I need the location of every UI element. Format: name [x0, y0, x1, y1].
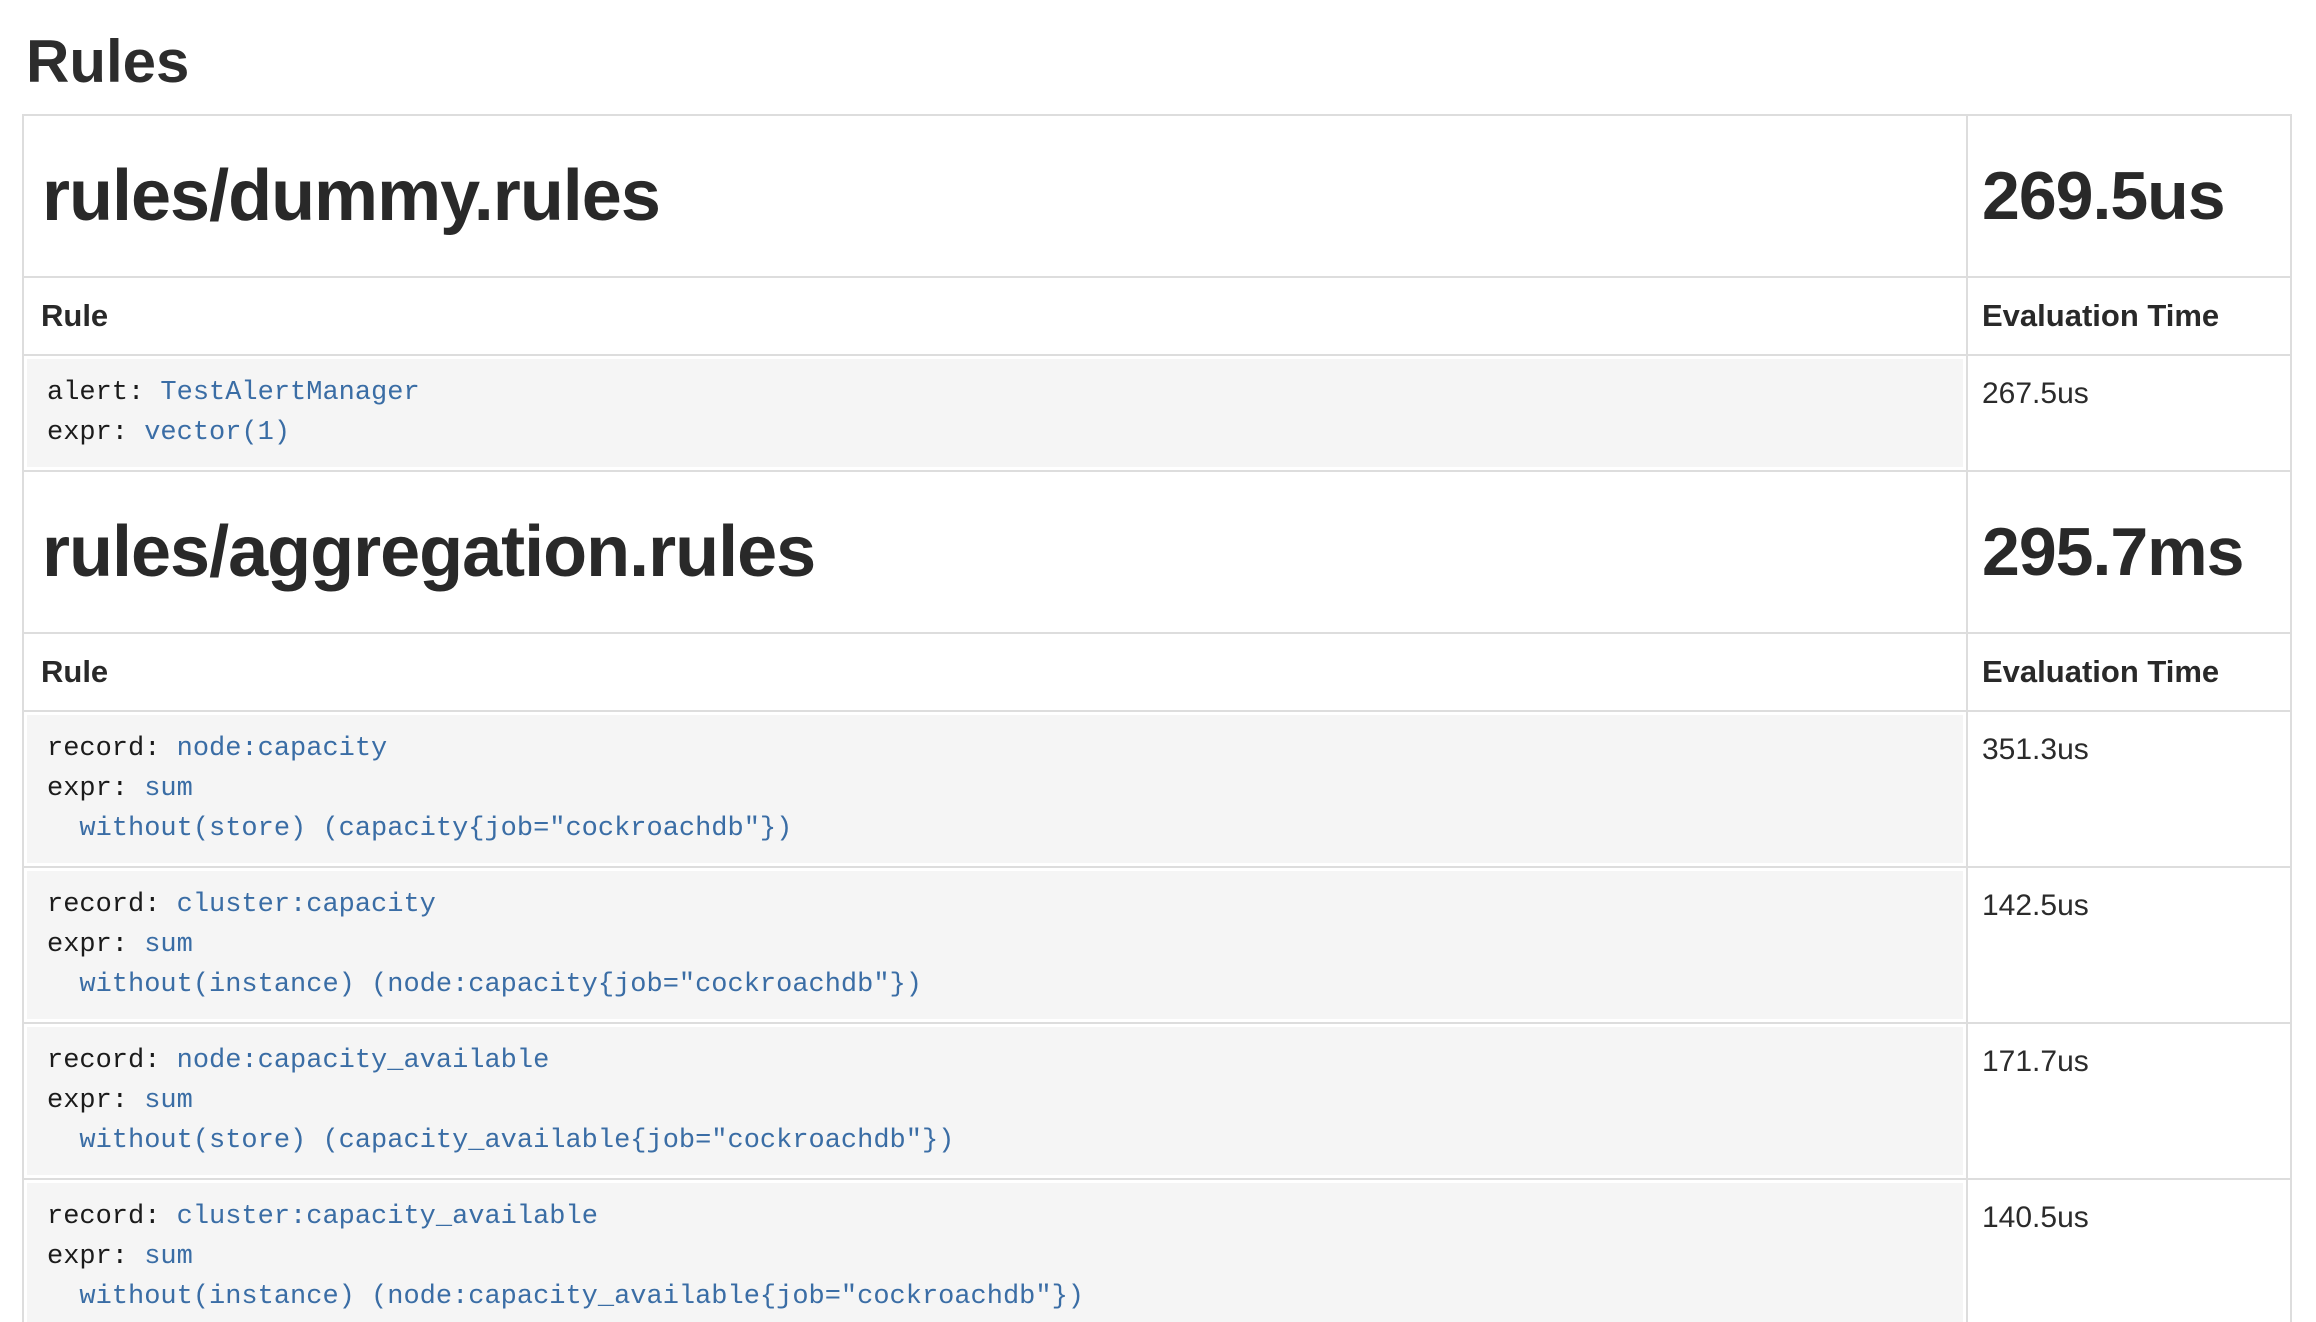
rule-expr-keyword: expr:	[47, 1086, 144, 1116]
rule-evaluation-time: 267.5us	[1967, 355, 2291, 471]
rule-expr-keyword: expr:	[47, 418, 144, 448]
rule-file-name: rules/dummy.rules	[23, 115, 1967, 277]
rule-label-keyword: record:	[47, 1046, 177, 1076]
rule-evaluation-time: 140.5us	[1967, 1179, 2291, 1322]
column-header-row: Rule Evaluation Time	[23, 633, 2291, 711]
rule-name-link[interactable]: cluster:capacity	[177, 890, 436, 920]
rule-expr-keyword: expr:	[47, 1242, 144, 1272]
rule-expr-link[interactable]: sum without(instance) (node:capacity{job…	[47, 930, 922, 1000]
rule-label-keyword: record:	[47, 1202, 177, 1232]
rule-cell: record: cluster:capacity expr: sum withou…	[23, 867, 1967, 1023]
rule-row: record: node:capacity_available expr: sum…	[23, 1023, 2291, 1179]
rule-expr-link[interactable]: sum without(store) (capacity_available{j…	[47, 1086, 954, 1156]
rule-row: record: node:capacity expr: sum without(s…	[23, 711, 2291, 867]
rule-code: alert: TestAlertManager expr: vector(1)	[27, 359, 1963, 467]
rule-group-heading-row: rules/aggregation.rules 295.7ms	[23, 471, 2291, 633]
rule-column-header: Rule	[23, 277, 1967, 355]
rule-name-link[interactable]: node:capacity_available	[177, 1046, 550, 1076]
rule-expr-link[interactable]: sum without(store) (capacity{job="cockro…	[47, 774, 792, 844]
rule-name-link[interactable]: TestAlertManager	[160, 378, 419, 408]
rule-name-link[interactable]: cluster:capacity_available	[177, 1202, 598, 1232]
rule-label-keyword: alert:	[47, 378, 160, 408]
rule-expr-link[interactable]: vector(1)	[144, 418, 290, 448]
rule-file-name: rules/aggregation.rules	[23, 471, 1967, 633]
rule-evaluation-time: 351.3us	[1967, 711, 2291, 867]
rule-row: alert: TestAlertManager expr: vector(1) 2…	[23, 355, 2291, 471]
rule-cell: record: cluster:capacity_availableexpr: …	[23, 1179, 1967, 1322]
group-evaluation-time: 269.5us	[1967, 115, 2291, 277]
rules-table: rules/dummy.rules 269.5us Rule Evaluatio…	[22, 114, 2292, 1322]
evaluation-time-column-header: Evaluation Time	[1967, 633, 2291, 711]
evaluation-time-column-header: Evaluation Time	[1967, 277, 2291, 355]
page-title: Rules	[26, 26, 2290, 98]
rule-code: record: node:capacity_available expr: sum…	[27, 1027, 1963, 1175]
rule-code: record: cluster:capacity_availableexpr: …	[27, 1183, 1963, 1322]
rule-row: record: cluster:capacity_availableexpr: …	[23, 1179, 2291, 1322]
rules-page: Rules rules/dummy.rules 269.5us Rule Eva…	[0, 26, 2316, 1322]
rule-expr-link[interactable]: sum without(instance) (node:capacity_ava…	[47, 1242, 1084, 1312]
rule-code: record: node:capacity expr: sum without(s…	[27, 715, 1963, 863]
rule-label-keyword: record:	[47, 734, 177, 764]
rule-cell: alert: TestAlertManager expr: vector(1)	[23, 355, 1967, 471]
column-header-row: Rule Evaluation Time	[23, 277, 2291, 355]
rule-evaluation-time: 142.5us	[1967, 867, 2291, 1023]
rule-group-heading-row: rules/dummy.rules 269.5us	[23, 115, 2291, 277]
group-evaluation-time: 295.7ms	[1967, 471, 2291, 633]
rule-evaluation-time: 171.7us	[1967, 1023, 2291, 1179]
rule-label-keyword: record:	[47, 890, 177, 920]
rule-row: record: cluster:capacity expr: sum withou…	[23, 867, 2291, 1023]
rule-cell: record: node:capacity_available expr: sum…	[23, 1023, 1967, 1179]
rule-cell: record: node:capacity expr: sum without(s…	[23, 711, 1967, 867]
rule-column-header: Rule	[23, 633, 1967, 711]
rule-expr-keyword: expr:	[47, 930, 144, 960]
rule-code: record: cluster:capacity expr: sum withou…	[27, 871, 1963, 1019]
rule-name-link[interactable]: node:capacity	[177, 734, 388, 764]
rule-expr-keyword: expr:	[47, 774, 144, 804]
